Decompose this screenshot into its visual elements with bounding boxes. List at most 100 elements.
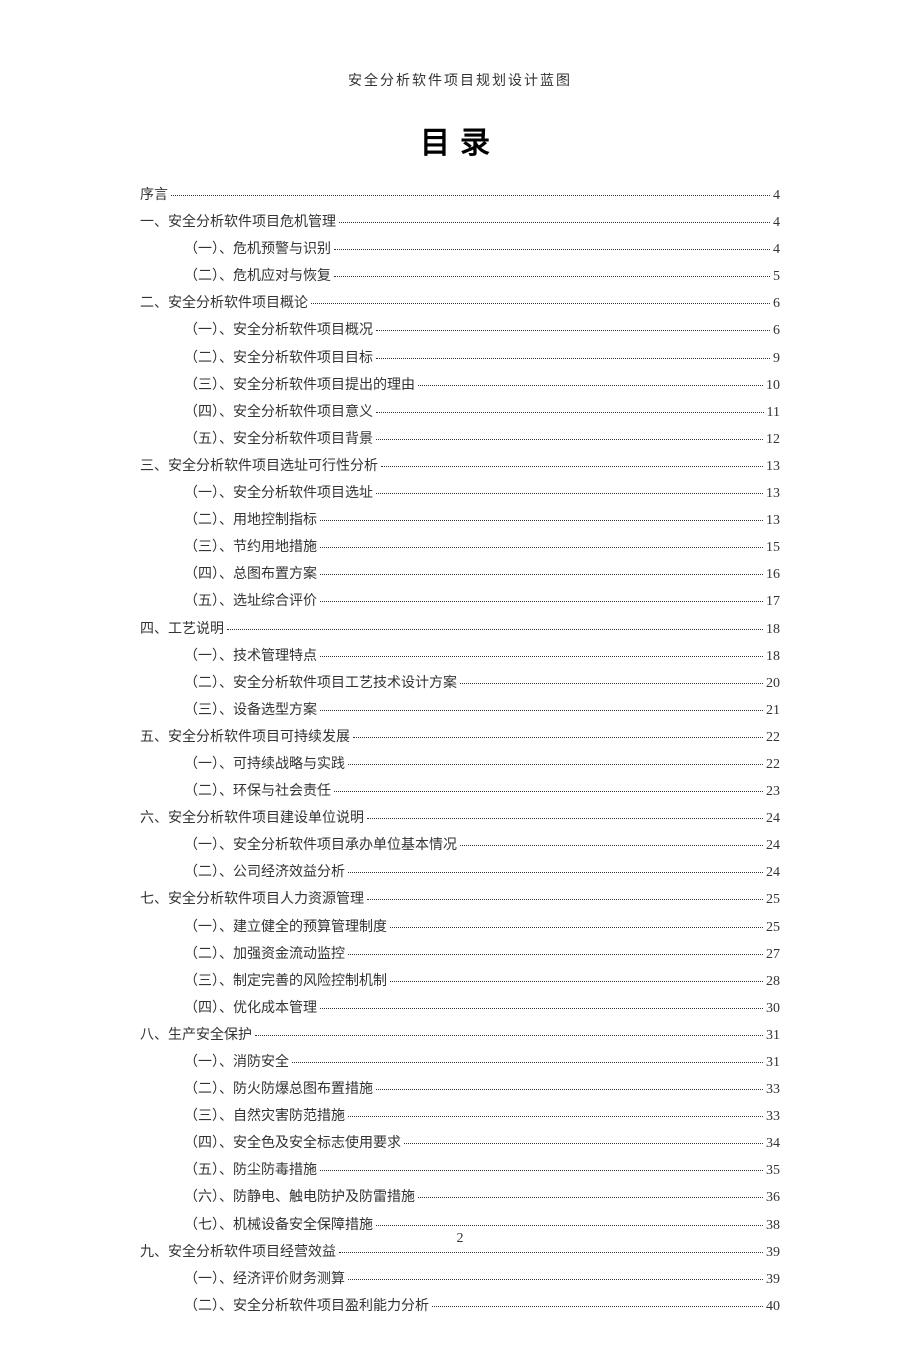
- toc-dots: [390, 927, 763, 928]
- toc-entry-page: 40: [766, 1297, 780, 1317]
- toc-entry-page: 11: [767, 403, 780, 423]
- toc-entry: 四、工艺说明 18: [140, 620, 780, 640]
- toc-entry: （六）、防静电、触电防护及防雷措施 36: [140, 1188, 780, 1208]
- toc-entry: （四）、安全分析软件项目意义11: [140, 403, 780, 423]
- toc-entry: （二）、加强资金流动监控27: [140, 945, 780, 965]
- toc-dots: [320, 710, 763, 711]
- toc-entry: （三）、节约用地措施15: [140, 538, 780, 558]
- toc-entry: （一）、消防安全31: [140, 1053, 780, 1073]
- toc-entry-page: 4: [773, 213, 780, 233]
- toc-entry: 七、安全分析软件项目人力资源管理25: [140, 890, 780, 910]
- toc-entry-label: （一）、危机预警与识别: [184, 240, 331, 260]
- toc-dots: [404, 1143, 763, 1144]
- toc-entry-label: （二）、防火防爆总图布置措施: [184, 1080, 373, 1100]
- toc-dots: [376, 330, 770, 331]
- toc-entry-label: （一）、安全分析软件项目承办单位基本情况: [184, 836, 457, 856]
- toc-entry-page: 22: [766, 755, 780, 775]
- toc-dots: [432, 1306, 763, 1307]
- toc-entry: （一）、建立健全的预算管理制度 25: [140, 918, 780, 938]
- toc-entry-page: 36: [766, 1188, 780, 1208]
- toc-entry: （五）、防尘防毒措施35: [140, 1161, 780, 1181]
- toc-dots: [348, 1279, 763, 1280]
- toc-entry: （一）、经济评价财务测算39: [140, 1270, 780, 1290]
- toc-entry-page: 5: [773, 267, 780, 287]
- toc-entry-page: 10: [766, 376, 780, 396]
- toc-dots: [334, 276, 770, 277]
- toc-dots: [320, 601, 763, 602]
- toc-entry-page: 4: [773, 240, 780, 260]
- toc-entry-label: 四、工艺说明: [140, 620, 224, 640]
- toc-dots: [376, 1089, 763, 1090]
- toc-entry-page: 24: [766, 863, 780, 883]
- toc-entry: 三、安全分析软件项目选址可行性分析 13: [140, 457, 780, 477]
- toc-entry: （一）、安全分析软件项目承办单位基本情况24: [140, 836, 780, 856]
- toc-dots: [334, 791, 763, 792]
- toc-entry: （二）、用地控制指标13: [140, 511, 780, 531]
- toc-entry-page: 13: [766, 511, 780, 531]
- toc-entry-label: 五、安全分析软件项目可持续发展: [140, 728, 350, 748]
- toc-entry-page: 13: [766, 457, 780, 477]
- toc-entry-label: （三）、安全分析软件项目提出的理由: [184, 376, 415, 396]
- toc-entry: （二）、安全分析软件项目目标9: [140, 349, 780, 369]
- toc-entry: （三）、安全分析软件项目提出的理由 10: [140, 376, 780, 396]
- toc-dots: [348, 1116, 763, 1117]
- toc-entry-label: （一）、可持续战略与实践: [184, 755, 345, 775]
- toc-entry-label: （四）、安全色及安全标志使用要求: [184, 1134, 401, 1154]
- toc-entry: （四）、总图布置方案16: [140, 565, 780, 585]
- toc-dots: [334, 249, 770, 250]
- toc-entry-label: （二）、危机应对与恢复: [184, 267, 331, 287]
- toc-entry-page: 23: [766, 782, 780, 802]
- toc-entry-label: （五）、选址综合评价: [184, 592, 317, 612]
- toc-entry: （五）、选址综合评价 17: [140, 592, 780, 612]
- toc-entry-page: 6: [773, 294, 780, 314]
- toc-entry-label: （一）、建立健全的预算管理制度: [184, 918, 387, 938]
- toc-entry: （二）、危机应对与恢复 5: [140, 267, 780, 287]
- toc-entry: 一、安全分析软件项目危机管理 4: [140, 213, 780, 233]
- toc-entry-page: 33: [766, 1080, 780, 1100]
- toc-entry-page: 15: [766, 538, 780, 558]
- toc-entry-label: （一）、技术管理特点: [184, 647, 317, 667]
- toc-dots: [348, 764, 763, 765]
- toc-entry: （二）、安全分析软件项目工艺技术设计方案20: [140, 674, 780, 694]
- toc-entry-page: 30: [766, 999, 780, 1019]
- toc-dots: [367, 899, 763, 900]
- toc-dots: [320, 656, 763, 657]
- toc-entry-page: 18: [766, 620, 780, 640]
- toc-entry-label: 三、安全分析软件项目选址可行性分析: [140, 457, 378, 477]
- document-page: 安全分析软件项目规划设计蓝图 目录 序言4一、安全分析软件项目危机管理4（一）、…: [0, 0, 920, 1364]
- toc-dots: [348, 872, 763, 873]
- toc-entry: 八、生产安全保护31: [140, 1026, 780, 1046]
- toc-entry-page: 12: [766, 430, 780, 450]
- toc-dots: [381, 466, 763, 467]
- toc-dots: [320, 520, 763, 521]
- toc-entry-label: （一）、消防安全: [184, 1053, 289, 1073]
- toc-dots: [320, 574, 763, 575]
- toc-entry: （二）、环保与社会责任23: [140, 782, 780, 802]
- toc-entry-label: （二）、安全分析软件项目目标: [184, 349, 373, 369]
- toc-entry-label: 一、安全分析软件项目危机管理: [140, 213, 336, 233]
- toc-entry-page: 25: [766, 918, 780, 938]
- toc-entry-label: （二）、安全分析软件项目工艺技术设计方案: [184, 674, 457, 694]
- toc-dots: [320, 1170, 763, 1171]
- toc-entry-page: 28: [766, 972, 780, 992]
- toc-entry-label: （一）、安全分析软件项目概况: [184, 321, 373, 341]
- toc-entry-page: 17: [766, 592, 780, 612]
- page-number: 2: [0, 1231, 920, 1247]
- toc-entry: （一）、危机预警与识别 4: [140, 240, 780, 260]
- toc-entry-label: （六）、防静电、触电防护及防雷措施: [184, 1188, 415, 1208]
- toc-dots: [418, 385, 763, 386]
- toc-dots: [255, 1035, 763, 1036]
- toc-container: 序言4一、安全分析软件项目危机管理4（一）、危机预警与识别4（二）、危机应对与恢…: [140, 186, 780, 1316]
- toc-dots: [390, 981, 763, 982]
- toc-entry: 六、安全分析软件项目建设单位说明24: [140, 809, 780, 829]
- toc-entry-page: 13: [766, 484, 780, 504]
- toc-entry-label: （二）、加强资金流动监控: [184, 945, 345, 965]
- toc-dots: [227, 629, 763, 630]
- toc-entry-label: （五）、防尘防毒措施: [184, 1161, 317, 1181]
- toc-entry: 五、安全分析软件项目可持续发展22: [140, 728, 780, 748]
- toc-entry-page: 33: [766, 1107, 780, 1127]
- toc-dots: [171, 195, 770, 196]
- toc-dots: [460, 845, 763, 846]
- toc-dots: [376, 358, 770, 359]
- toc-title: 目录: [140, 118, 780, 162]
